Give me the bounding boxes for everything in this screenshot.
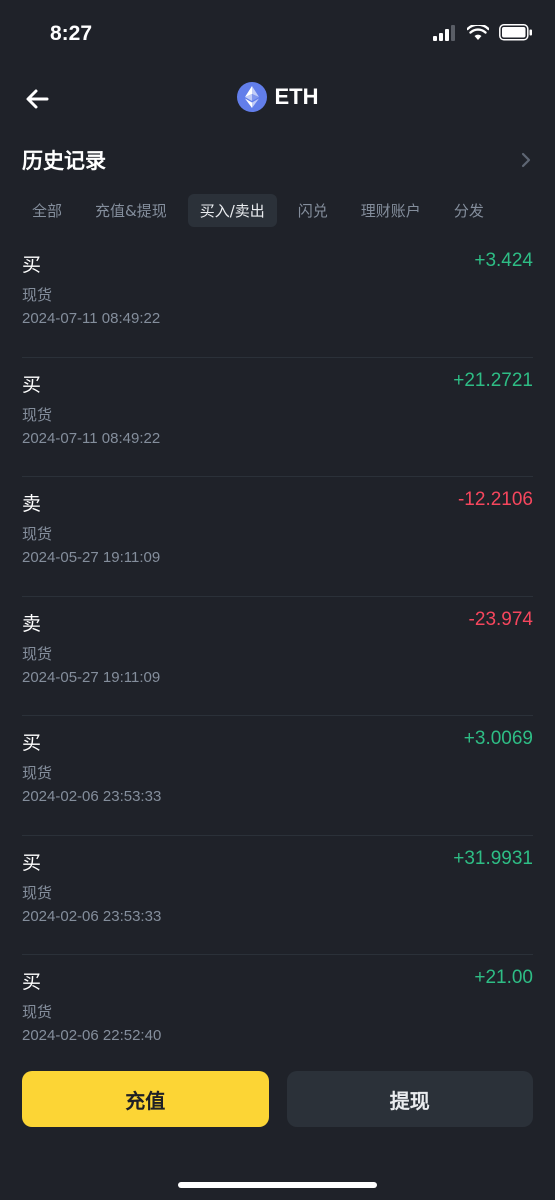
record-type: 买 bbox=[22, 373, 42, 396]
record-account: 现货 bbox=[22, 883, 53, 902]
top-nav: ETH bbox=[0, 72, 555, 124]
status-bar: 8:27 bbox=[0, 0, 555, 70]
status-icons bbox=[433, 24, 533, 41]
record-row[interactable]: 卖 现货 2024-05-27 19:11:09 -12.2106 bbox=[22, 477, 533, 597]
record-time: 2024-07-11 08:49:22 bbox=[22, 429, 161, 447]
record-amount: +21.2721 bbox=[453, 369, 533, 391]
record-amount: +31.9931 bbox=[453, 847, 533, 869]
record-type: 买 bbox=[22, 851, 42, 874]
tab-all[interactable]: 全部 bbox=[20, 194, 74, 227]
ethereum-icon bbox=[236, 82, 267, 112]
record-row[interactable]: 买 现货 2024-02-06 23:53:33 +3.0069 bbox=[22, 716, 533, 836]
record-row[interactable]: 买 现货 2024-02-06 22:52:40 +21.00 bbox=[22, 955, 533, 1075]
nav-title: ETH bbox=[0, 82, 555, 112]
withdraw-button[interactable]: 提现 bbox=[286, 1071, 533, 1127]
tab-convert[interactable]: 闪兑 bbox=[286, 194, 340, 227]
record-account: 现货 bbox=[22, 405, 53, 424]
wifi-icon bbox=[467, 24, 489, 40]
record-time: 2024-02-06 23:53:33 bbox=[22, 788, 162, 805]
record-type: 买 bbox=[22, 971, 42, 993]
record-time: 2024-07-11 08:49:22 bbox=[22, 310, 161, 327]
chevron-right-icon[interactable] bbox=[519, 151, 533, 169]
record-row[interactable]: 卖 现货 2024-05-27 19:11:09 -23.974 bbox=[22, 597, 533, 716]
record-amount: +3.424 bbox=[474, 250, 533, 271]
record-account: 现货 bbox=[22, 764, 53, 782]
record-amount: -12.2106 bbox=[457, 489, 533, 510]
tab-earn-account[interactable]: 理财账户 bbox=[349, 194, 433, 227]
home-indicator[interactable] bbox=[178, 1182, 377, 1188]
record-time: 2024-02-06 22:52:40 bbox=[22, 1027, 162, 1044]
tab-buy-sell[interactable]: 买入/卖出 bbox=[187, 193, 277, 227]
tab-distribution[interactable]: 分发 bbox=[442, 194, 496, 227]
history-title: 历史记录 bbox=[22, 149, 106, 173]
record-account: 现货 bbox=[22, 286, 53, 304]
record-type: 卖 bbox=[22, 612, 42, 635]
history-tabs: 全部 充值&提现 买入/卖出 闪兑 理财账户 分发 bbox=[20, 192, 555, 228]
record-row[interactable]: 买 现货 2024-07-11 08:49:22 +21.2721 bbox=[22, 358, 533, 477]
record-row[interactable]: 买 现货 2024-07-11 08:49:22 +3.424 bbox=[22, 238, 533, 358]
battery-icon bbox=[499, 24, 532, 41]
record-type: 卖 bbox=[22, 493, 42, 515]
record-row[interactable]: 买 现货 2024-02-06 23:53:33 +31.9931 bbox=[22, 836, 533, 955]
coin-symbol: ETH bbox=[274, 84, 319, 109]
record-account: 现货 bbox=[22, 1003, 53, 1021]
history-header[interactable]: 历史记录 bbox=[22, 145, 533, 179]
status-time: 8:27 bbox=[50, 22, 93, 45]
record-amount: +21.00 bbox=[474, 967, 533, 988]
record-account: 现货 bbox=[22, 525, 53, 543]
record-time: 2024-05-27 19:11:09 bbox=[22, 549, 161, 566]
bottom-actions: 充值 提现 bbox=[22, 1071, 533, 1127]
record-amount: +3.0069 bbox=[463, 728, 533, 749]
record-type: 买 bbox=[22, 254, 42, 276]
signal-icon bbox=[433, 24, 455, 41]
record-amount: -23.974 bbox=[468, 608, 533, 630]
records-list: 买 现货 2024-07-11 08:49:22 +3.424 买 现货 202… bbox=[22, 238, 533, 1075]
record-time: 2024-05-27 19:11:09 bbox=[22, 668, 161, 686]
record-account: 现货 bbox=[22, 644, 53, 663]
record-type: 买 bbox=[22, 732, 42, 754]
tab-deposit-withdraw[interactable]: 充值&提现 bbox=[83, 194, 179, 227]
deposit-button[interactable]: 充值 bbox=[22, 1071, 269, 1127]
record-time: 2024-02-06 23:53:33 bbox=[22, 907, 162, 925]
